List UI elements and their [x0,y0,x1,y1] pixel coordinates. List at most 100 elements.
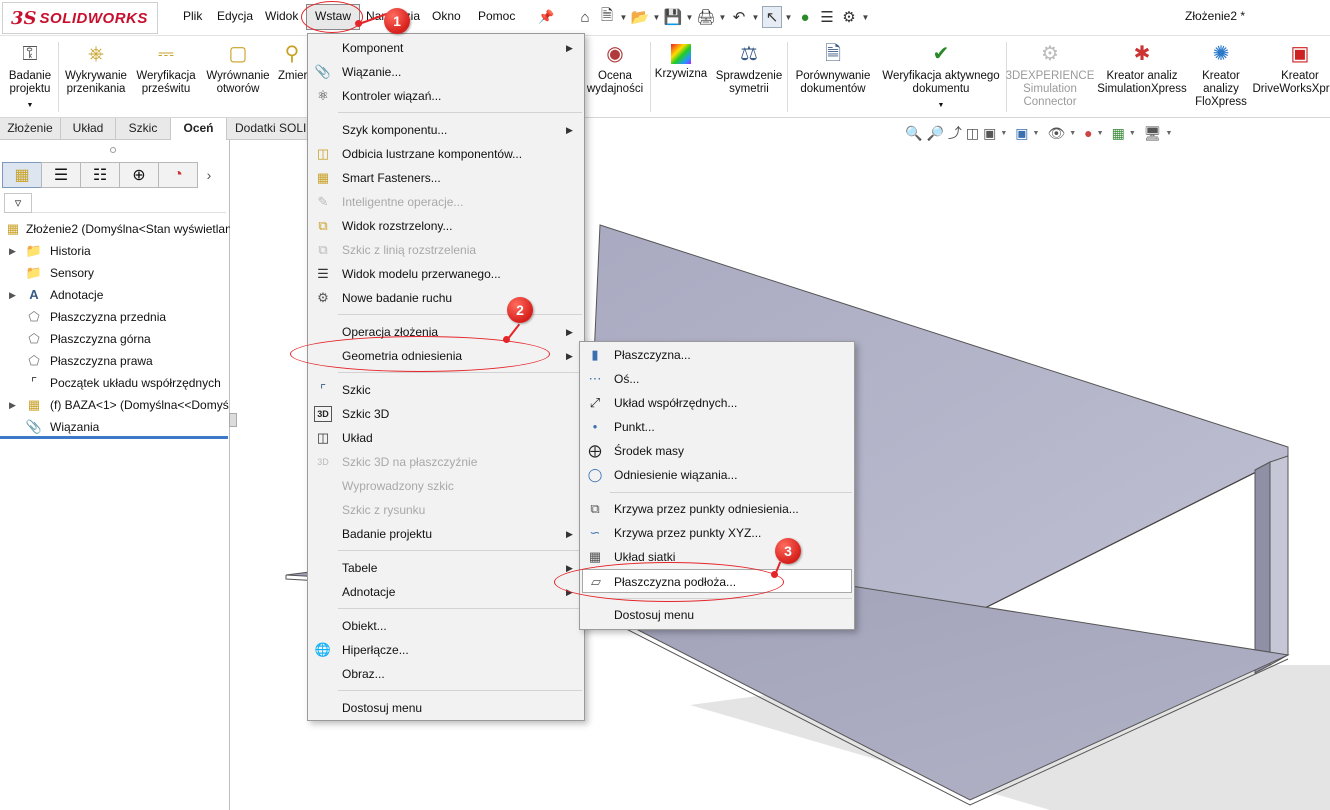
chevron-down-icon[interactable]: ▼ [938,99,945,112]
filter-field[interactable] [32,193,226,213]
menu-item-plaszczyzna[interactable]: ▮ Płaszczyzna... [580,343,854,367]
tree-item-top-plane[interactable]: ⬠ Płaszczyzna górna [0,328,230,350]
interference-detection-button[interactable]: ⎈ Wykrywanie przenikania [62,40,130,96]
menu-widok[interactable]: Widok [265,9,298,23]
chevron-down-icon[interactable]: ▼ [1129,130,1136,137]
menu-item-odniesienie-wiazania[interactable]: ◯ Odniesienie wiązania... [580,463,854,487]
clearance-verification-button[interactable]: ⎓ Weryfikacja prześwitu [133,40,199,96]
menu-item-szyk-komponentu[interactable]: Szyk komponentu... ▶ [308,118,584,142]
menu-item-tabele[interactable]: Tabele ▶ [308,556,584,580]
view-settings-icon[interactable]: 🖥 [1144,125,1162,142]
chevron-down-icon[interactable]: ▼ [1000,130,1007,137]
tab-ocen[interactable]: Oceń [171,118,227,141]
menu-item-szkic-3d[interactable]: 3D Szkic 3D [308,402,584,426]
displaymanager-tab-icon[interactable]: ◔ [158,162,198,188]
menu-pomoc[interactable]: Pomoc [478,9,515,23]
home-icon[interactable]: ⌂ [575,6,595,28]
tree-item-front-plane[interactable]: ⬠ Płaszczyzna przednia [0,306,230,328]
chevron-down-icon[interactable]: ▼ [685,13,694,22]
menu-item-wiazanie[interactable]: 📎 Wiązanie... [308,60,584,84]
tab-dodatki[interactable]: Dodatki SOLID [227,118,310,140]
tree-item-right-plane[interactable]: ⬠ Płaszczyzna prawa [0,350,230,372]
menu-item-uklad-wspolrzednych[interactable]: ⤢ Układ współrzędnych... [580,391,854,415]
chevron-down-icon[interactable]: ▼ [1166,130,1173,137]
menu-item-odbicia-lustrzane[interactable]: ◫ Odbicia lustrzane komponentów... [308,142,584,166]
previous-view-icon[interactable]: ⤴ [948,123,962,143]
menu-item-kontroler-wiazan[interactable]: ⚛ Kontroler wiązań... [308,84,584,108]
chevron-down-icon[interactable]: ▼ [27,99,34,112]
tree-item-mates[interactable]: 📎 Wiązania [0,416,230,438]
hide-show-items-icon[interactable]: 👁 [1047,125,1065,142]
chevron-down-icon[interactable]: ▼ [1069,130,1076,137]
menu-item-krzywa-przez-punkty-odniesienia[interactable]: ⧉ Krzywa przez punkty odniesienia... [580,497,854,521]
menu-item-nowe-badanie-ruchu[interactable]: ⚙ Nowe badanie ruchu [308,286,584,310]
filter-icon[interactable]: ▿ [4,193,32,213]
select-cursor-icon[interactable]: ↖ [762,6,782,28]
featuremanager-tab-icon[interactable]: ▦ [2,162,42,188]
tree-item-history[interactable]: ▶ 📁 Historia [0,240,230,262]
chevron-down-icon[interactable]: ▼ [619,13,628,22]
driveworksxpress-button[interactable]: ▣ Kreator DriveWorksXpress [1252,40,1330,96]
menu-item-szkic[interactable]: ⌜ Szkic [308,378,584,402]
menu-plik[interactable]: Plik [183,9,202,23]
menu-item-punkt[interactable]: ● Punkt... [580,415,854,439]
menu-item-os[interactable]: ⋯ Oś... [580,367,854,391]
expand-arrow-icon[interactable]: ▶ [9,394,19,416]
hole-alignment-button[interactable]: ▢ Wyrównanie otworów [203,40,273,96]
tab-szkic[interactable]: Szkic [116,118,171,140]
menu-okno[interactable]: Okno [432,9,461,23]
chevron-down-icon[interactable]: ▼ [1097,130,1104,137]
solidworks-logo[interactable]: 3S SOLIDWORKS [2,2,158,34]
chevron-right-icon[interactable]: › [197,162,221,188]
section-view-icon[interactable]: ◫ [966,125,979,142]
tree-item-assembly[interactable]: ▦ Złożenie2 (Domyślna<Stan wyświetlania [0,218,230,240]
menu-edycja[interactable]: Edycja [217,9,253,23]
expand-arrow-icon[interactable]: ▶ [9,284,19,306]
curvature-button[interactable]: Krzywizna [653,40,709,81]
zoom-to-area-icon[interactable]: 🔎 [926,125,943,142]
apply-scene-icon[interactable]: ▦ [1112,125,1125,142]
gear-icon[interactable]: ⚙ [839,6,859,28]
check-active-document-button[interactable]: ✔ Weryfikacja aktywnego dokumentu ▼ [878,40,1004,112]
performance-evaluation-button[interactable]: ◉ Ocena wydajności [582,40,648,96]
menu-item-smart-fasteners[interactable]: ▦ Smart Fasteners... [308,166,584,190]
tree-item-origin[interactable]: ⌜ Początek układu współrzędnych [0,372,230,394]
print-icon[interactable]: 🖨 [696,6,716,28]
tree-item-sensors[interactable]: 📁 Sensory [0,262,230,284]
menu-item-widok-modelu-przerwanego[interactable]: ☰ Widok modelu przerwanego... [308,262,584,286]
dynamic-annotation-icon[interactable]: ▣ [983,125,996,142]
menu-item-adnotacje[interactable]: Adnotacje ▶ [308,580,584,604]
compare-documents-button[interactable]: 🗎 Porównywanie dokumentów [791,40,875,96]
menu-item-hiperlacze[interactable]: 🌐 Hiperłącze... [308,638,584,662]
save-icon[interactable]: 💾 [663,6,683,28]
menu-item-krzywa-przez-punkty-xyz[interactable]: ∽ Krzywa przez punkty XYZ... [580,521,854,545]
tab-uklad[interactable]: Układ [61,118,116,140]
menu-item-srodek-masy[interactable]: ⨁ Środek masy [580,439,854,463]
menu-item-dostosuj-menu[interactable]: Dostosuj menu [308,696,584,720]
edit-appearance-icon[interactable]: ● [1084,125,1092,141]
simulationxpress-button[interactable]: ✱ Kreator analiz SimulationXpress [1094,40,1190,96]
expand-arrow-icon[interactable]: ▶ [9,240,19,262]
chevron-down-icon[interactable]: ▼ [861,13,870,22]
menu-item-uklad[interactable]: ◫ Układ [308,426,584,450]
panel-grip[interactable] [110,147,116,153]
chevron-down-icon[interactable]: ▼ [751,13,760,22]
traffic-light-icon[interactable]: ● [795,6,815,28]
chevron-down-icon[interactable]: ▼ [652,13,661,22]
chevron-down-icon[interactable]: ▼ [718,13,727,22]
configurationmanager-tab-icon[interactable]: ☷ [80,162,120,188]
tree-item-annotations[interactable]: ▶ A Adnotacje [0,284,230,306]
pin-icon[interactable]: 📌 [538,9,554,25]
menu-item-widok-rozstrzelony[interactable]: ⧉ Widok rozstrzelony... [308,214,584,238]
zoom-to-fit-icon[interactable]: 🔍 [905,125,922,142]
floxpress-button[interactable]: ✺ Kreator analizy FloXpress [1192,40,1250,109]
menu-item-obraz[interactable]: Obraz... [308,662,584,686]
open-icon[interactable]: 📂 [630,6,650,28]
menu-item-obiekt[interactable]: Obiekt... [308,614,584,638]
dimxpert-tab-icon[interactable]: ⊕ [119,162,159,188]
undo-icon[interactable]: ↶ [729,6,749,28]
menu-item-dostosuj-menu-sub[interactable]: Dostosuj menu [580,603,854,627]
propertymanager-tab-icon[interactable]: ☰ [41,162,81,188]
measure-button[interactable]: ⚲ Zmier [278,40,308,83]
new-document-icon[interactable]: 🗎 [597,6,617,28]
